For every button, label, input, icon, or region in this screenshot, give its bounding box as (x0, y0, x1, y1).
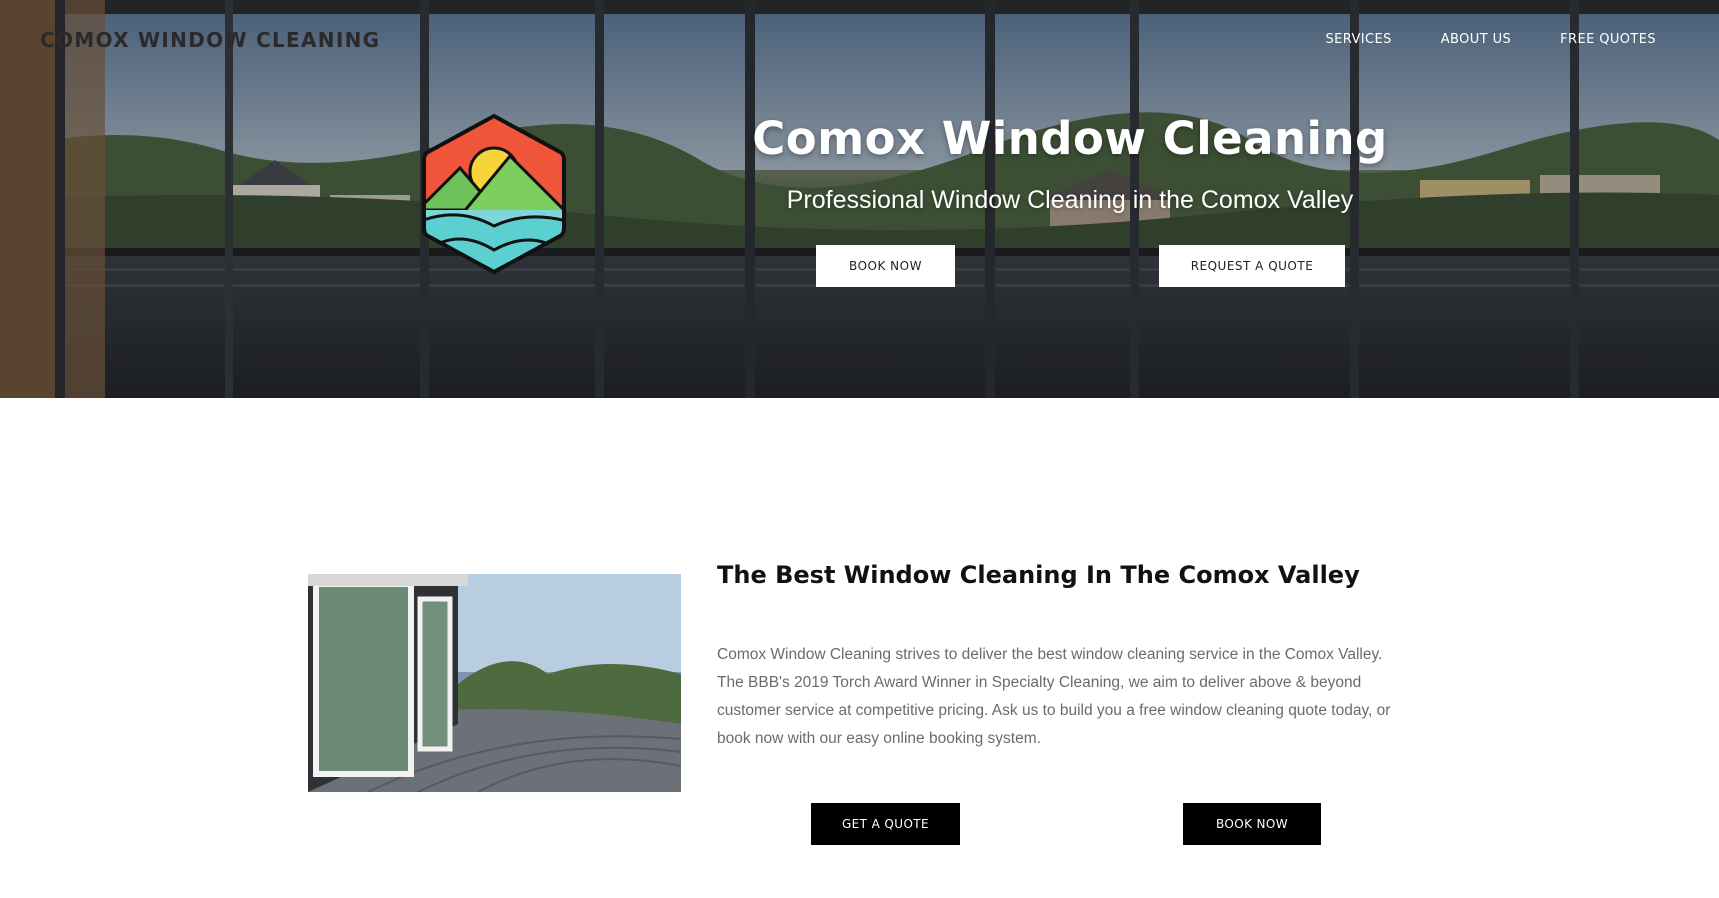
book-now-button[interactable]: BOOK NOW (1183, 803, 1321, 845)
nav-free-quotes[interactable]: FREE QUOTES (1560, 32, 1656, 47)
nav-about-us[interactable]: ABOUT US (1441, 32, 1511, 47)
hero-title: Comox Window Cleaning (752, 112, 1388, 165)
hero-book-now-button[interactable]: BOOK NOW (816, 245, 955, 287)
hero-request-quote-button[interactable]: REQUEST A QUOTE (1159, 245, 1345, 287)
window-cleaning-photo (308, 574, 681, 792)
hero-subtitle: Professional Window Cleaning in the Como… (786, 186, 1354, 214)
intro-body: Comox Window Cleaning strives to deliver… (717, 646, 1391, 747)
get-a-quote-button[interactable]: GET A QUOTE (811, 803, 960, 845)
hero-banner: COMOX WINDOW CLEANING SERVICES ABOUT US … (0, 0, 1719, 398)
mountain-sun-logo (422, 113, 566, 275)
intro-title: The Best Window Cleaning In The Comox Va… (717, 561, 1360, 589)
nav-services[interactable]: SERVICES (1326, 32, 1392, 47)
main-nav: SERVICES ABOUT US FREE QUOTES (1326, 32, 1719, 47)
site-brand[interactable]: COMOX WINDOW CLEANING (40, 28, 380, 52)
deck-view-image (308, 574, 681, 792)
